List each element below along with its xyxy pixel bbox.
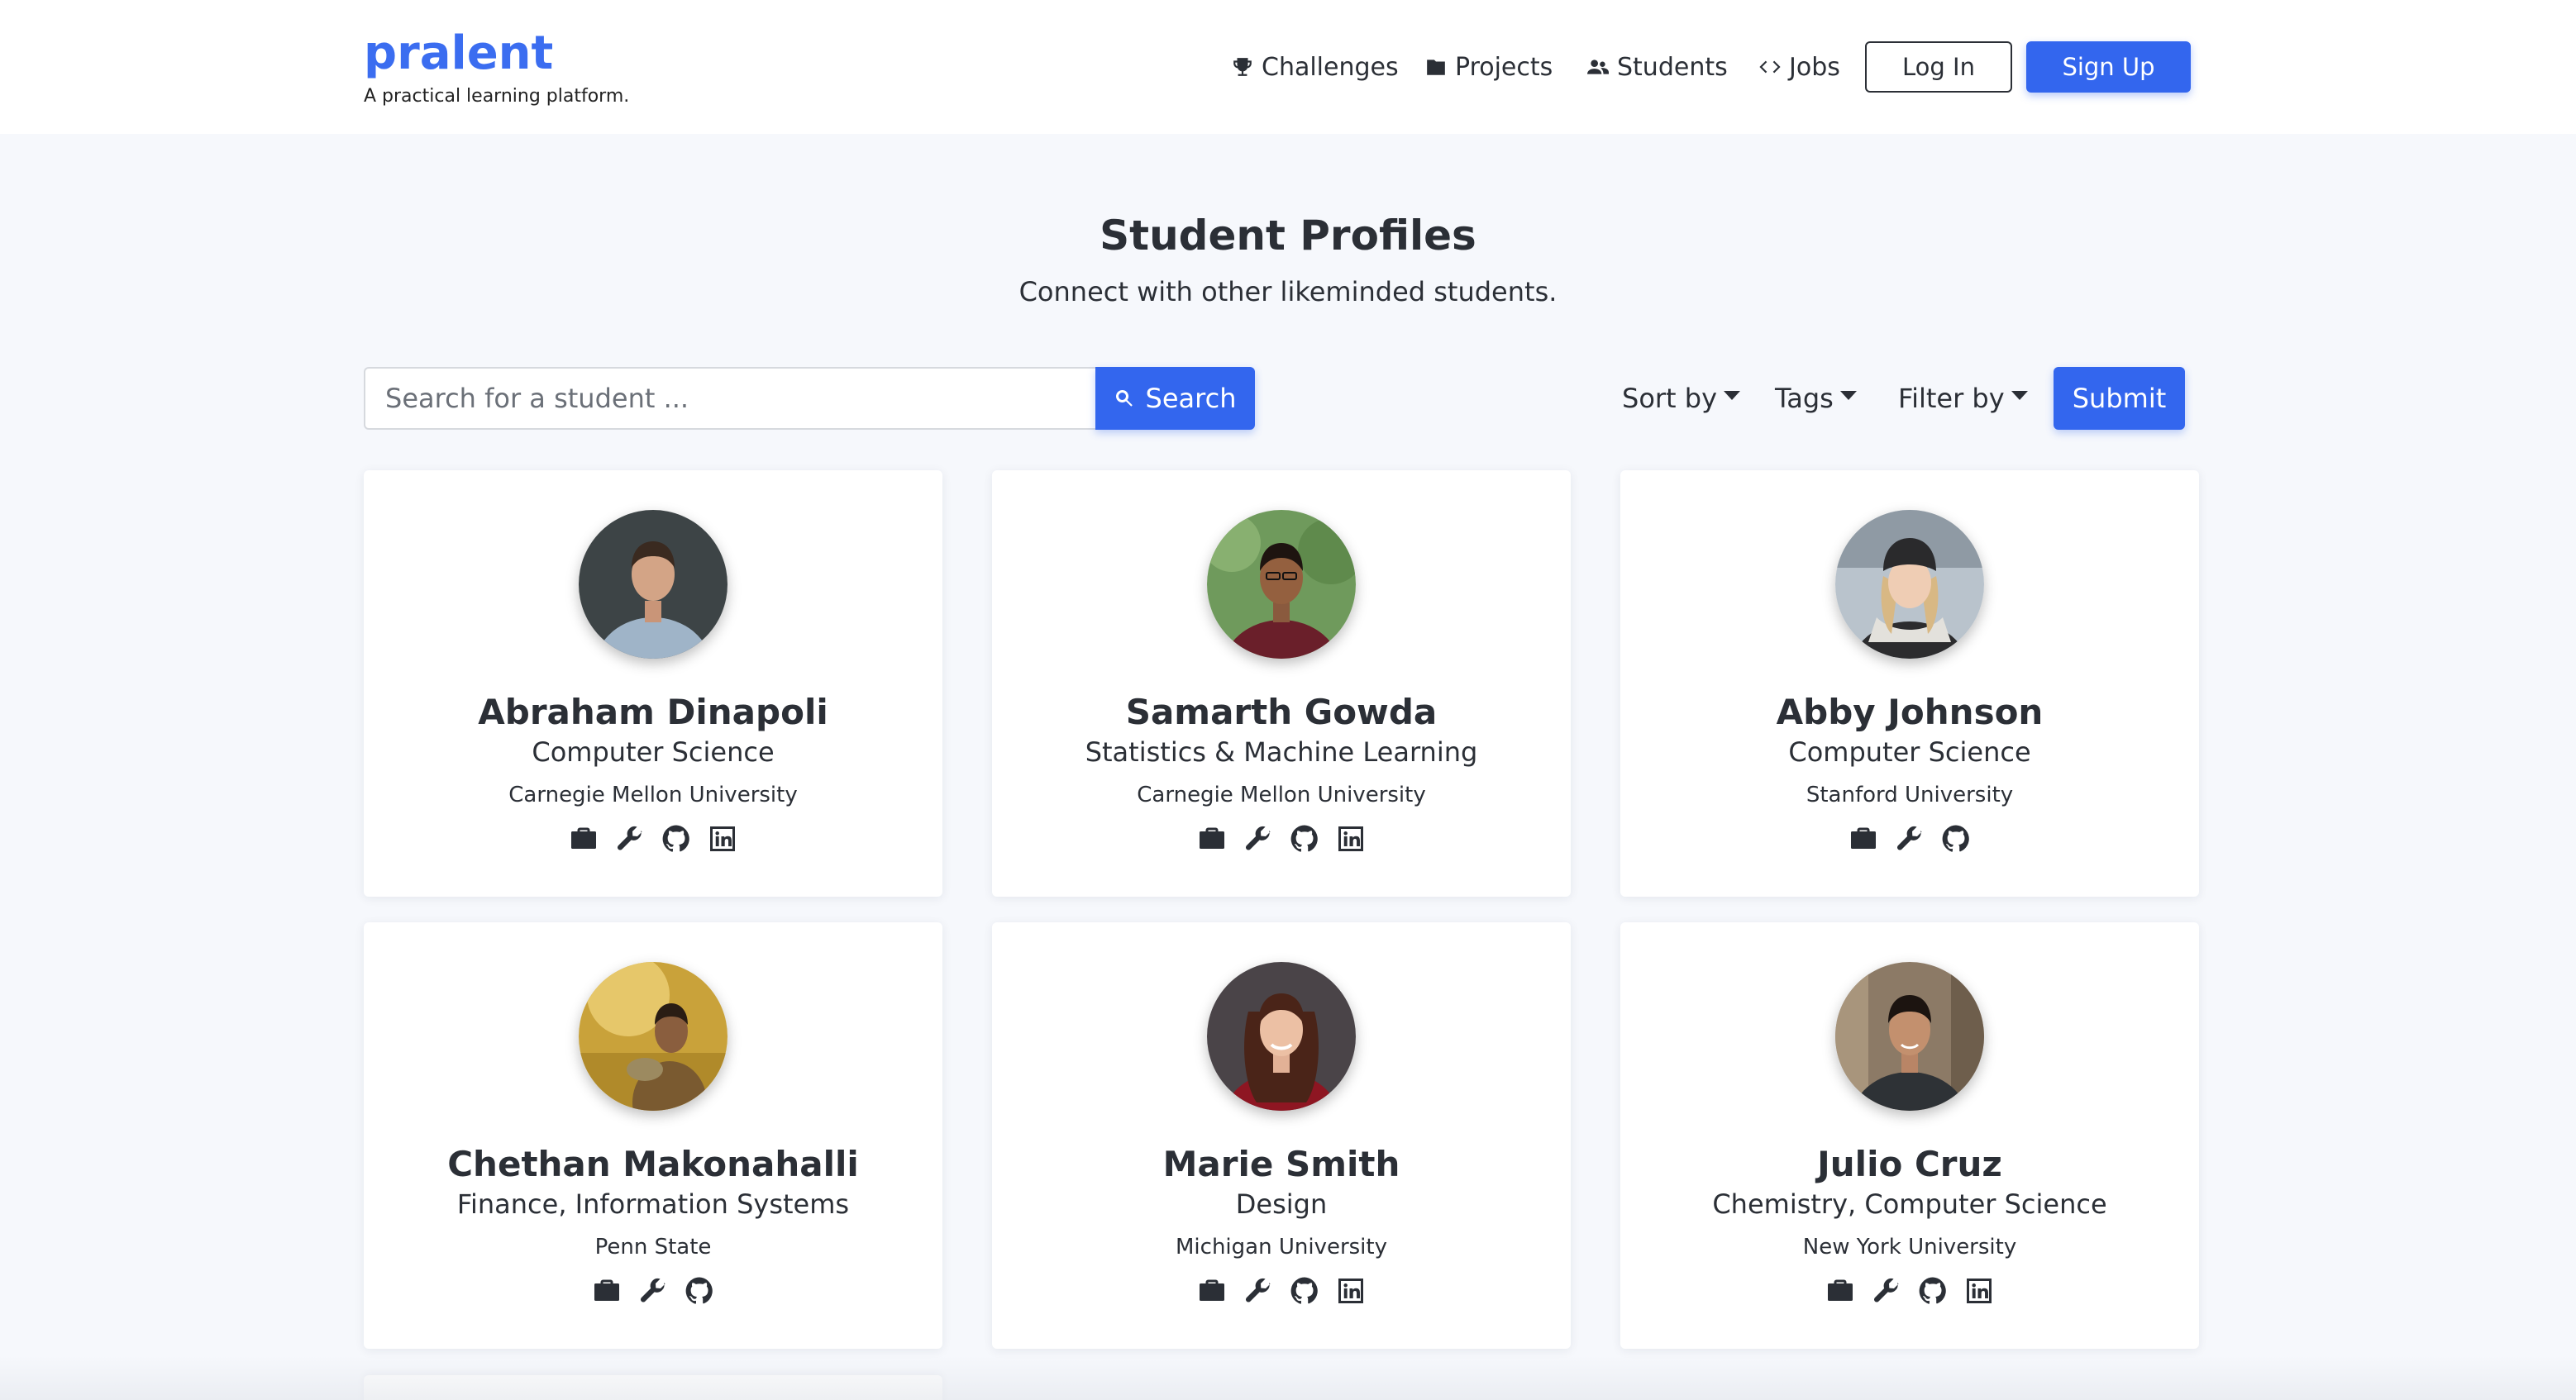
student-major: Statistics & Machine Learning <box>1085 736 1478 768</box>
student-major: Chemistry, Computer Science <box>1712 1188 2107 1220</box>
wrench-icon[interactable] <box>1895 824 1925 854</box>
linkedin-icon[interactable] <box>1336 1276 1366 1306</box>
avatar[interactable] <box>579 962 727 1111</box>
wrench-icon[interactable] <box>1243 824 1273 854</box>
sort-by-label: Sort by <box>1622 383 1718 414</box>
student-major: Finance, Information Systems <box>456 1188 850 1220</box>
filter-by-dropdown[interactable]: Filter by <box>1898 367 2028 430</box>
student-search-input[interactable] <box>364 367 1096 430</box>
student-major: Computer Science <box>532 736 775 768</box>
student-school: Michigan University <box>1176 1235 1387 1260</box>
avatar[interactable] <box>1207 510 1356 659</box>
wrench-icon[interactable] <box>615 824 645 854</box>
student-name: Samarth Gowda <box>1125 692 1438 732</box>
linkedin-icon[interactable] <box>1964 1276 1994 1306</box>
folder-icon <box>1427 60 1445 75</box>
sort-by-dropdown[interactable]: Sort by <box>1622 367 1741 430</box>
student-name: Marie Smith <box>1162 1144 1400 1184</box>
briefcase-icon[interactable] <box>1825 1276 1855 1306</box>
nav-jobs[interactable]: Jobs <box>1759 41 1840 93</box>
people-icon <box>1587 60 1609 74</box>
profile-links <box>992 824 1571 857</box>
briefcase-icon[interactable] <box>1197 824 1227 854</box>
page-subtitle: Connect with other likeminded students. <box>1018 276 1558 307</box>
student-card[interactable]: Abby Johnson Computer Science Stanford U… <box>1620 470 2199 897</box>
linkedin-icon[interactable] <box>1336 824 1366 854</box>
profile-links <box>1620 1276 2199 1309</box>
briefcase-icon[interactable] <box>1849 824 1878 854</box>
nav-challenges[interactable]: Challenges <box>1232 41 1399 93</box>
student-photo <box>1207 510 1356 659</box>
nav-projects-label: Projects <box>1455 52 1553 82</box>
brand-tagline: A practical learning platform. <box>364 86 630 107</box>
wrench-icon[interactable] <box>638 1276 668 1306</box>
briefcase-icon[interactable] <box>569 824 599 854</box>
profile-links <box>364 1276 942 1309</box>
wrench-icon[interactable] <box>1243 1276 1273 1306</box>
code-icon <box>1759 60 1781 74</box>
student-card[interactable]: Abraham Dinapoli Computer Science Carneg… <box>364 470 942 897</box>
page-title: Student Profiles <box>1100 212 1476 260</box>
login-button[interactable]: Log In <box>1865 41 2012 93</box>
student-school: Stanford University <box>1806 783 2014 807</box>
student-card[interactable]: Chethan Makonahalli Finance, Information… <box>364 922 942 1349</box>
nav-students[interactable]: Students <box>1587 41 1728 93</box>
github-icon[interactable] <box>685 1276 714 1306</box>
submit-button[interactable]: Submit <box>2054 367 2185 430</box>
student-name: Abraham Dinapoli <box>478 692 828 732</box>
linkedin-icon[interactable] <box>708 824 737 854</box>
github-icon[interactable] <box>661 824 691 854</box>
caret-down-icon <box>1724 390 1741 400</box>
tags-label: Tags <box>1775 383 1834 414</box>
github-icon[interactable] <box>1918 1276 1948 1306</box>
github-icon[interactable] <box>1290 824 1319 854</box>
search-icon <box>1115 390 1133 407</box>
student-major: Computer Science <box>1788 736 2031 768</box>
brand[interactable]: pralent A practical learning platform. <box>364 25 629 107</box>
nav-students-label: Students <box>1617 52 1728 82</box>
trophy-icon <box>1233 58 1252 76</box>
briefcase-icon[interactable] <box>1197 1276 1227 1306</box>
profile-links <box>992 1276 1571 1309</box>
student-school: Carnegie Mellon University <box>1137 783 1426 807</box>
nav-projects[interactable]: Projects <box>1425 41 1553 93</box>
brand-logo[interactable]: pralent <box>364 25 629 83</box>
nav-jobs-label: Jobs <box>1789 52 1840 82</box>
student-school: Carnegie Mellon University <box>508 783 798 807</box>
avatar[interactable] <box>1835 510 1984 659</box>
student-name: Abby Johnson <box>1776 692 2044 732</box>
briefcase-icon[interactable] <box>592 1276 622 1306</box>
student-card[interactable]: Julio Cruz Chemistry, Computer Science N… <box>1620 922 2199 1349</box>
student-card[interactable]: Samarth Gowda Statistics & Machine Learn… <box>992 470 1571 897</box>
signup-button[interactable]: Sign Up <box>2026 41 2191 93</box>
student-photo <box>579 510 727 659</box>
tags-dropdown[interactable]: Tags <box>1775 367 1857 430</box>
github-icon[interactable] <box>1290 1276 1319 1306</box>
student-photo <box>1207 962 1356 1111</box>
github-icon[interactable] <box>1941 824 1971 854</box>
student-card-partial[interactable] <box>364 1375 942 1400</box>
student-school: New York University <box>1802 1235 2017 1260</box>
avatar[interactable] <box>1835 962 1984 1111</box>
nav-challenges-label: Challenges <box>1262 52 1399 82</box>
filter-by-label: Filter by <box>1898 383 2005 414</box>
search-button-label: Search <box>1145 383 1237 414</box>
profile-links <box>1620 824 2199 857</box>
student-photo <box>1835 962 1984 1111</box>
avatar[interactable] <box>579 510 727 659</box>
student-name: Chethan Makonahalli <box>447 1144 859 1184</box>
caret-down-icon <box>1839 390 1857 400</box>
caret-down-icon <box>2011 390 2028 400</box>
student-card[interactable]: Marie Smith Design Michigan University <box>992 922 1571 1349</box>
student-major: Design <box>1235 1188 1328 1220</box>
avatar[interactable] <box>1207 962 1356 1111</box>
wrench-icon[interactable] <box>1872 1276 1901 1306</box>
search-button[interactable]: Search <box>1095 367 1255 430</box>
profile-links <box>364 824 942 857</box>
student-photo <box>579 962 727 1111</box>
student-photo <box>1835 510 1984 659</box>
student-school: Penn State <box>594 1235 712 1260</box>
student-name: Julio Cruz <box>1817 1144 2002 1184</box>
